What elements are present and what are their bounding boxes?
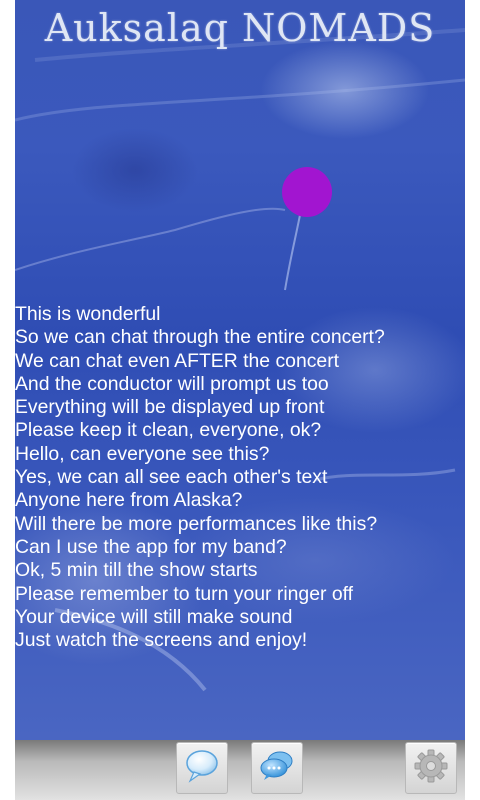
chat-message: Yes, we can all see each other's text — [15, 466, 328, 489]
chat-message: Will there be more performances like thi… — [15, 512, 378, 535]
app-title: Auksalaq NOMADS — [44, 6, 436, 50]
chat-message: Please keep it clean, everyone, ok? — [15, 419, 322, 442]
chat-message: Can I use the app for my band? — [15, 535, 287, 558]
settings-button[interactable] — [405, 742, 457, 794]
chat-message: Everything will be displayed up front — [15, 396, 325, 419]
chat-button[interactable] — [176, 742, 228, 794]
chat-message: Just watch the screens and enjoy! — [15, 629, 308, 652]
chat-message: Hello, can everyone see this? — [15, 442, 270, 465]
chat-message-list: This is wonderful So we can chat through… — [15, 303, 465, 652]
chat-message: Your device will still make sound — [15, 605, 293, 628]
app-screen: Auksalaq NOMADS This is wonderful So we … — [0, 0, 480, 800]
chat-bubble-icon — [184, 748, 220, 788]
gear-icon — [413, 748, 449, 788]
chat-message: We can chat even AFTER the concert — [15, 349, 340, 372]
chat-message: Ok, 5 min till the show starts — [15, 559, 258, 582]
bottom-toolbar — [15, 740, 465, 800]
chat-message: Anyone here from Alaska? — [15, 489, 243, 512]
chat-message: So we can chat through the entire concer… — [15, 326, 385, 349]
chat-bubbles-icon — [258, 748, 296, 788]
status-indicator-dot — [282, 167, 332, 217]
chat-message: And the conductor will prompt us too — [15, 372, 329, 395]
chat-message: This is wonderful — [15, 303, 161, 325]
messages-button[interactable] — [251, 742, 303, 794]
chat-message: Please remember to turn your ringer off — [15, 582, 354, 605]
